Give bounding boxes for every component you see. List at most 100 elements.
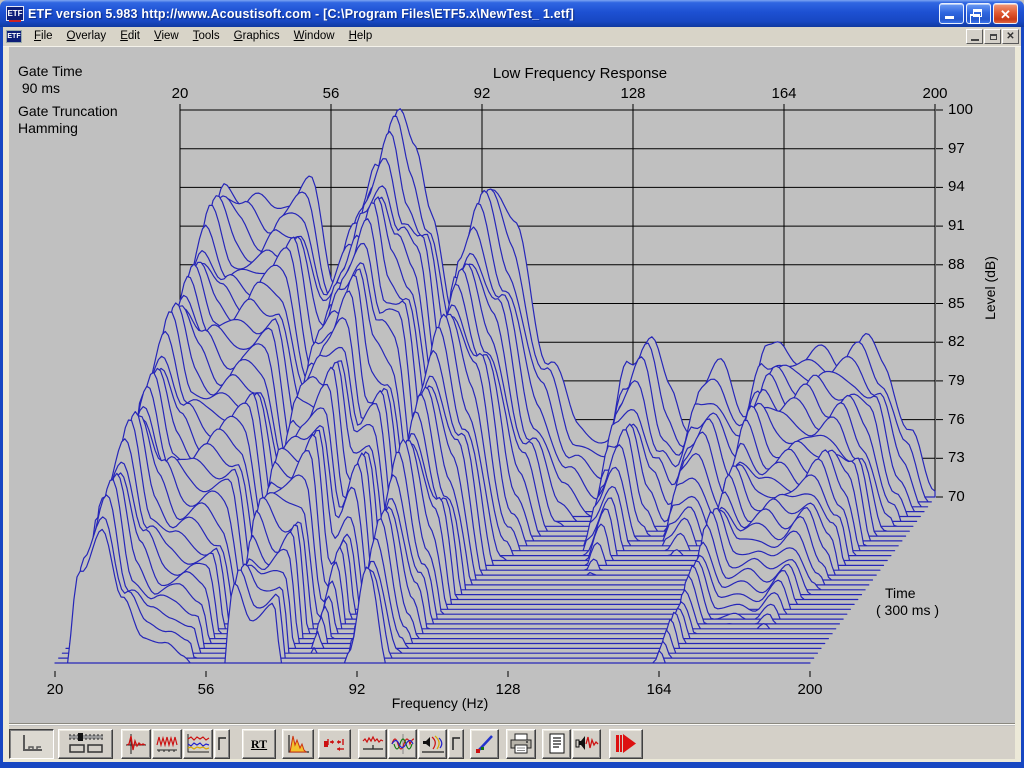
y-tick-76: 76 xyxy=(948,410,965,428)
chart-title: Low Frequency Response xyxy=(492,65,668,82)
y-tick-97: 97 xyxy=(948,139,965,157)
y-tick-100: 100 xyxy=(948,101,974,118)
noise-spectrum-button[interactable] xyxy=(358,729,387,759)
mdi-close-button[interactable]: ✕ xyxy=(1002,29,1019,44)
gate-truncation-value: Hamming xyxy=(18,120,78,136)
printer-icon xyxy=(508,732,534,756)
minimize-icon xyxy=(971,39,979,41)
y-tick-85: 85 xyxy=(948,294,965,312)
x-tick-bottom-56: 56 xyxy=(197,681,215,698)
impulse-response-button[interactable] xyxy=(121,729,151,759)
window-border-bottom xyxy=(0,762,1024,768)
multi-curve-icon xyxy=(185,732,211,756)
speaker-impulse-icon xyxy=(574,732,600,756)
menu-item-window[interactable]: Window xyxy=(287,28,342,45)
restore-icon xyxy=(990,34,997,40)
x-tick-bottom-164: 164 xyxy=(646,681,672,698)
waterfall-plot xyxy=(54,104,943,677)
decay-icon xyxy=(285,732,311,756)
report-button[interactable] xyxy=(542,729,571,759)
mdi-restore-button[interactable] xyxy=(984,29,1001,44)
gate-icon xyxy=(321,732,348,756)
menu-item-help[interactable]: Help xyxy=(342,28,380,45)
y-tick-94: 94 xyxy=(948,178,965,196)
close-icon: ✕ xyxy=(1006,31,1015,42)
waterfall-axes-button[interactable] xyxy=(9,729,54,759)
mdi-window-controls: ✕ xyxy=(966,29,1021,44)
y-tick-79: 79 xyxy=(948,371,965,389)
axes-icon xyxy=(17,733,47,755)
speaker-curves-icon xyxy=(420,732,446,756)
document-icon xyxy=(545,732,569,756)
gate-truncation-label: Gate Truncation xyxy=(18,103,118,119)
play-icon xyxy=(612,732,640,756)
print-button[interactable] xyxy=(506,729,536,759)
axis-corner-1-button[interactable] xyxy=(214,729,230,759)
title-bar: ETF ETF version 5.983 http://www.Acousti… xyxy=(0,0,1024,27)
axis-corner-2-button[interactable] xyxy=(448,729,464,759)
corner-icon xyxy=(449,733,463,755)
x-tick-top-128: 128 xyxy=(620,85,646,102)
gate-time-value: 90 ms xyxy=(18,80,61,96)
window-title: ETF version 5.983 http://www.Acoustisoft… xyxy=(28,6,574,21)
rough-wave-icon xyxy=(361,732,385,756)
window-frame-left xyxy=(3,47,9,762)
wave-icon xyxy=(155,732,179,756)
y-axis-label: Level (dB) xyxy=(982,256,998,320)
panels-icon xyxy=(66,732,106,756)
toolbar-separator xyxy=(3,723,1021,725)
impulse-icon xyxy=(124,732,148,756)
etf-mdi-icon[interactable]: ETF xyxy=(6,30,22,43)
etf-logo-icon: ETF xyxy=(6,6,24,22)
minimize-icon xyxy=(945,16,954,19)
speaker-response-button[interactable] xyxy=(418,729,447,759)
overlay-curves-button[interactable] xyxy=(183,729,213,759)
x-tick-bottom-200: 200 xyxy=(797,681,823,698)
corner-icon xyxy=(215,733,229,755)
x-tick-bottom-128: 128 xyxy=(495,681,521,698)
measure-speaker-button[interactable] xyxy=(572,729,601,759)
annotate-pen-button[interactable] xyxy=(470,729,499,759)
close-button[interactable]: ✕ xyxy=(993,3,1018,24)
y-tick-73: 73 xyxy=(948,449,965,467)
rt60-label: RT xyxy=(250,736,268,751)
toolbar: RT xyxy=(9,726,1015,762)
x-tick-top-164: 164 xyxy=(771,85,797,102)
display-setup-button[interactable] xyxy=(58,729,113,759)
y-tick-82: 82 xyxy=(948,333,965,351)
mdi-minimize-button[interactable] xyxy=(966,29,983,44)
x-tick-top-200: 200 xyxy=(922,85,948,102)
menu-item-view[interactable]: View xyxy=(147,28,186,45)
time-axis-label: Time xyxy=(885,585,916,601)
start-measurement-button[interactable] xyxy=(609,729,643,759)
menu-item-tools[interactable]: Tools xyxy=(186,28,227,45)
y-tick-70: 70 xyxy=(948,488,965,505)
rt60-button[interactable]: RT xyxy=(242,729,276,759)
gate-markers-button[interactable] xyxy=(318,729,351,759)
menu-item-file[interactable]: File xyxy=(27,28,60,45)
x-tick-bottom-20: 20 xyxy=(46,681,64,698)
menu-item-edit[interactable]: Edit xyxy=(113,28,147,45)
x-tick-bottom-92: 92 xyxy=(348,681,366,698)
sines-icon xyxy=(390,732,416,756)
close-icon: ✕ xyxy=(1000,7,1011,22)
time-axis-span: ( 300 ms ) xyxy=(876,602,940,618)
x-tick-top-56: 56 xyxy=(322,85,340,102)
menu-item-graphics[interactable]: Graphics xyxy=(227,28,287,45)
menu-items: File Overlay Edit View Tools Graphics Window He… xyxy=(27,28,379,45)
y-tick-91: 91 xyxy=(948,217,965,235)
restore-icon xyxy=(970,9,982,24)
phase-response-button[interactable] xyxy=(388,729,417,759)
window-border-left xyxy=(0,27,3,768)
menu-bar: ETF File Overlay Edit View Tools Graphics Wind… xyxy=(3,27,1021,47)
x-tick-top-92: 92 xyxy=(473,85,491,102)
minimize-button[interactable] xyxy=(939,3,964,24)
y-tick-88: 88 xyxy=(948,255,965,273)
pen-icon xyxy=(472,732,498,756)
energy-decay-button[interactable] xyxy=(282,729,314,759)
menu-item-overlay[interactable]: Overlay xyxy=(60,28,114,45)
restore-button[interactable] xyxy=(966,3,991,24)
gate-time-label: Gate Time xyxy=(18,63,83,79)
frequency-response-button[interactable] xyxy=(152,729,182,759)
x-tick-top-20: 20 xyxy=(171,85,189,102)
